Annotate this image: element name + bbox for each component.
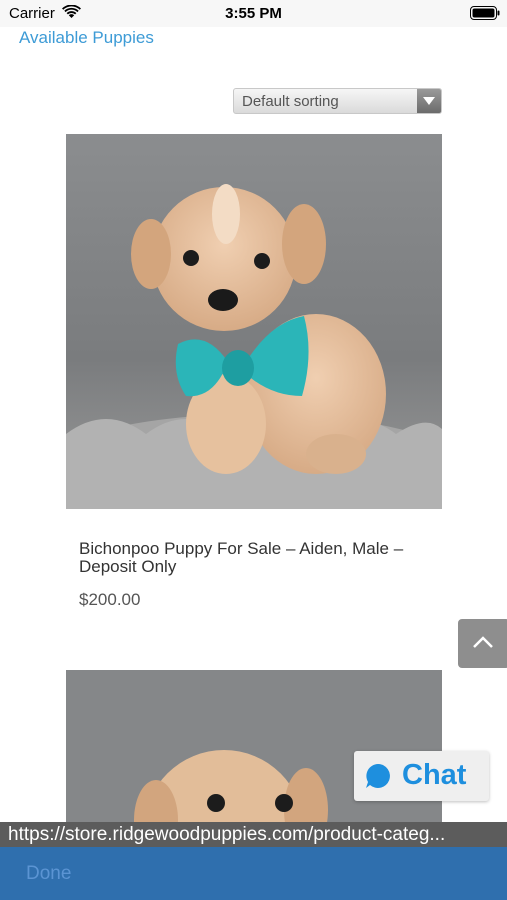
- clock: 3:55 PM: [225, 5, 282, 22]
- available-puppies-link[interactable]: Available Puppies: [19, 28, 154, 48]
- url-status-bar: https://store.ridgewoodpuppies.com/produ…: [0, 822, 507, 847]
- battery-icon: [470, 6, 500, 20]
- sorting-selected-value: Default sorting: [242, 93, 339, 110]
- product-price: $200.00: [79, 590, 141, 609]
- sorting-dropdown-toggle[interactable]: [417, 89, 441, 113]
- chat-button[interactable]: Chat: [354, 751, 489, 801]
- product-title[interactable]: Bichonpoo Puppy For Sale – Aiden, Male –…: [79, 540, 429, 576]
- chevron-up-icon: [473, 636, 493, 648]
- done-button[interactable]: Done: [26, 863, 71, 885]
- chat-bubble-icon: [366, 764, 390, 788]
- scroll-to-top-button[interactable]: [458, 619, 507, 668]
- product-image[interactable]: [66, 134, 442, 509]
- bottom-toolbar: Done: [0, 847, 507, 900]
- chevron-down-icon: [423, 97, 435, 105]
- chat-label: Chat: [402, 759, 467, 791]
- sorting-select[interactable]: Default sorting: [233, 88, 442, 114]
- status-bar: Carrier 3:55 PM: [0, 0, 507, 27]
